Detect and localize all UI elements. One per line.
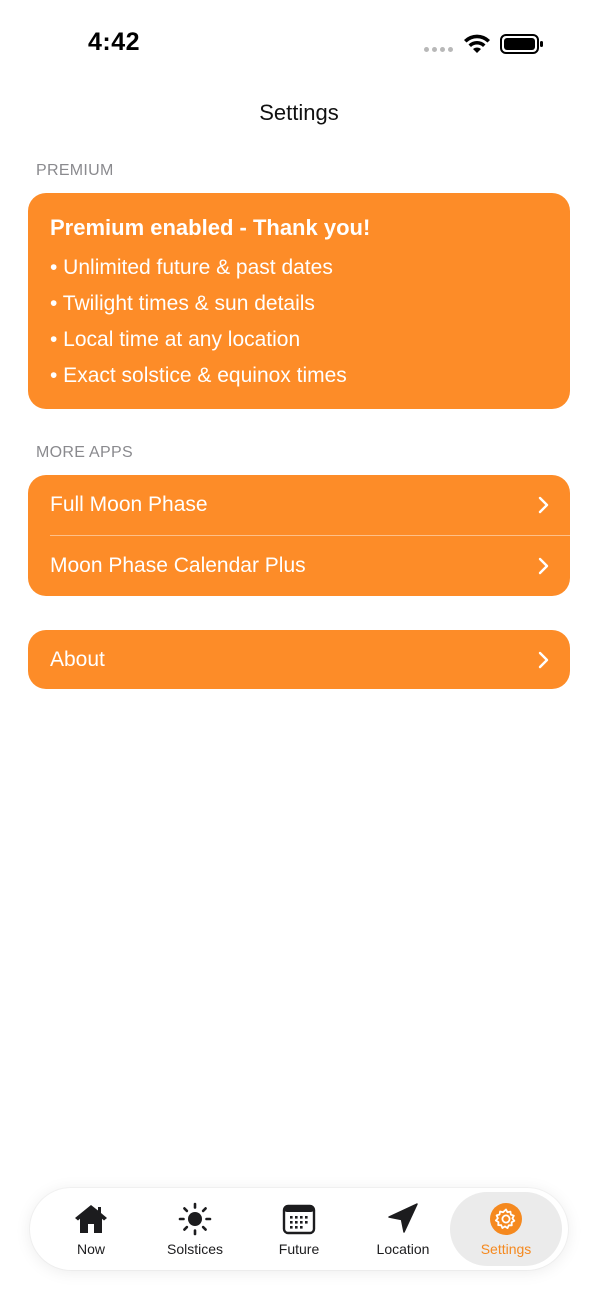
about-card: About [28,630,570,689]
tab-solstices[interactable]: Solstices [143,1192,247,1266]
house-icon [75,1205,107,1233]
feature-item: • Twilight times & sun details [50,292,315,315]
tab-label: Settings [480,1241,532,1257]
status-bar: 4:42 [0,0,598,90]
tab-location[interactable]: Location [351,1192,455,1266]
more-apps-card: Full Moon Phase Moon Phase Calendar Plus [28,475,570,596]
feature-item: • Exact solstice & equinox times [50,364,347,387]
tab-label: Future [278,1241,320,1257]
cellular-signal-icon [424,47,453,52]
sun-icon [178,1202,212,1236]
page-title: Settings [259,100,339,125]
tab-label: Now [76,1241,105,1257]
section-header-premium: PREMIUM [36,162,114,179]
app-row-full-moon-phase[interactable]: Full Moon Phase [28,475,570,535]
chevron-right-icon [538,651,549,668]
tab-settings[interactable]: Settings [450,1192,562,1266]
premium-feature-list: • Unlimited future & past dates • Twilig… [50,253,347,397]
about-row[interactable]: About [28,630,570,689]
feature-item: • Unlimited future & past dates [50,256,333,279]
chevron-right-icon [538,557,549,575]
tab-label: Location [376,1241,430,1257]
location-arrow-icon [388,1203,418,1233]
row-label: Full Moon Phase [50,493,208,516]
tab-now[interactable]: Now [39,1192,143,1266]
battery-icon [500,34,543,54]
gear-icon [490,1203,522,1235]
row-label: About [50,647,105,671]
tab-bar: Now Solstices Future Location Settings [30,1188,568,1270]
chevron-right-icon [538,496,549,514]
wifi-icon [464,34,490,53]
tab-future[interactable]: Future [247,1192,351,1266]
section-header-more-apps: MORE APPS [36,444,133,461]
premium-card: Premium enabled - Thank you! • Unlimited… [28,193,570,409]
premium-title: Premium enabled - Thank you! [50,215,371,240]
status-time: 4:42 [88,28,141,56]
calendar-icon [282,1204,316,1235]
row-label: Moon Phase Calendar Plus [50,554,306,577]
feature-item: • Local time at any location [50,328,301,351]
app-row-moon-phase-calendar-plus[interactable]: Moon Phase Calendar Plus [28,536,570,596]
tab-label: Solstices [166,1241,224,1257]
